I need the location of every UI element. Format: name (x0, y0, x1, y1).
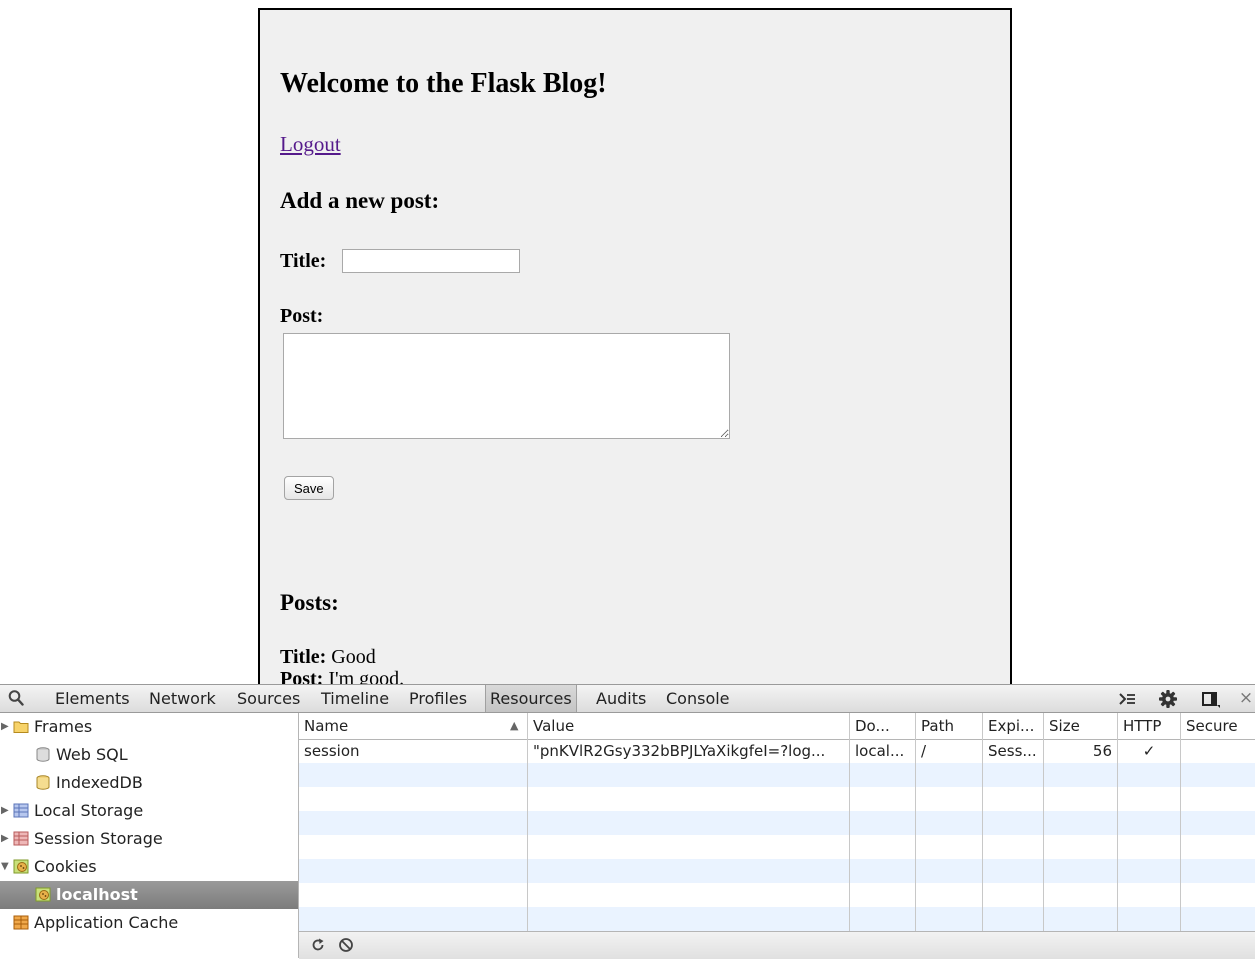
post-entry: Title: Good Post: I'm good. (280, 646, 404, 686)
sidebar-item-application-cache[interactable]: Application Cache (0, 909, 298, 937)
column-divider[interactable] (915, 713, 916, 931)
sidebar-item-web-sql[interactable]: Web SQL (0, 741, 298, 769)
post-textarea[interactable] (283, 333, 730, 439)
post-label: Post: (280, 305, 324, 327)
add-post-heading: Add a new post: (280, 188, 440, 213)
sidebar-item-frames[interactable]: ▶ Frames (0, 713, 298, 741)
title-input[interactable] (342, 249, 520, 273)
dock-icon[interactable] (1200, 689, 1220, 709)
sidebar-item-localhost[interactable]: localhost (0, 881, 298, 909)
cookie-http-cell: ✓ (1142, 742, 1156, 760)
tab-profiles[interactable]: Profiles (409, 685, 467, 712)
devtools-toolbar: Elements Network Sources Timeline Profil… (0, 685, 1255, 713)
column-header-domain[interactable]: Do... (850, 713, 915, 739)
tab-resources[interactable]: Resources (485, 685, 577, 712)
cookie-value-cell: "pnKVlR2Gsy332bBPJLYaXikgfeI=?log... (533, 742, 826, 760)
logout-link[interactable]: Logout (280, 132, 341, 157)
resources-sidebar: ▶ Frames Web SQL IndexedDB ▶ Local Stora… (0, 713, 299, 958)
table-row-empty (299, 811, 1255, 835)
column-header-http[interactable]: HTTP (1118, 713, 1180, 739)
table-row-empty (299, 907, 1255, 931)
devtools-panel: Elements Network Sources Timeline Profil… (0, 684, 1255, 959)
column-header-name[interactable]: Name (299, 713, 527, 739)
sidebar-item-label: Frames (34, 717, 93, 736)
table-row-empty (299, 859, 1255, 883)
close-icon[interactable]: × (1236, 688, 1255, 708)
app-cache-icon (13, 915, 29, 930)
sidebar-item-label: Cookies (34, 857, 97, 876)
cookie-expires-cell: Sess... (988, 742, 1037, 760)
status-bar (299, 931, 1255, 959)
sidebar-item-label: Session Storage (34, 829, 163, 848)
cookie-domain-cell: local... (855, 742, 905, 760)
folder-icon (13, 721, 29, 733)
expand-triangle-icon[interactable]: ▶ (1, 713, 11, 741)
column-header-expires[interactable]: Expi... (983, 713, 1043, 739)
column-divider[interactable] (849, 713, 850, 931)
sidebar-item-local-storage[interactable]: ▶ Local Storage (0, 797, 298, 825)
post-title-label: Title: (280, 646, 327, 668)
table-row[interactable]: session "pnKVlR2Gsy332bBPJLYaXikgfeI=?lo… (299, 739, 1255, 763)
tab-audits[interactable]: Audits (596, 685, 646, 712)
page-content: Welcome to the Flask Blog! Logout Add a … (258, 8, 1012, 686)
tab-network[interactable]: Network (149, 685, 216, 712)
clear-icon[interactable] (337, 936, 355, 954)
column-header-size[interactable]: Size (1044, 713, 1117, 739)
column-header-value[interactable]: Value (528, 713, 849, 739)
gear-icon[interactable] (1158, 689, 1178, 709)
tab-console[interactable]: Console (666, 685, 730, 712)
posts-heading: Posts: (280, 590, 339, 615)
tab-elements[interactable]: Elements (55, 685, 130, 712)
collapse-triangle-icon[interactable]: ▼ (1, 853, 11, 881)
sidebar-item-label: Local Storage (34, 801, 144, 820)
console-drawer-icon[interactable] (1117, 689, 1137, 709)
column-divider[interactable] (527, 713, 528, 931)
refresh-icon[interactable] (309, 936, 327, 954)
expand-triangle-icon[interactable]: ▶ (1, 797, 11, 825)
cookie-table: Name ▲ Value Do... Path Expi... Size HTT… (299, 713, 1255, 931)
sidebar-item-label: Web SQL (56, 745, 128, 764)
expand-triangle-icon[interactable]: ▶ (1, 825, 11, 853)
title-label: Title: (280, 250, 327, 272)
sidebar-item-label: localhost (56, 885, 138, 904)
column-divider[interactable] (1117, 713, 1118, 931)
column-divider[interactable] (1180, 713, 1181, 931)
database-icon (36, 747, 50, 762)
tab-timeline[interactable]: Timeline (321, 685, 389, 712)
post-title: Good (331, 646, 376, 668)
column-header-path[interactable]: Path (916, 713, 982, 739)
tab-sources[interactable]: Sources (237, 685, 300, 712)
sidebar-item-label: IndexedDB (56, 773, 143, 792)
column-divider[interactable] (1043, 713, 1044, 931)
column-divider[interactable] (982, 713, 983, 931)
column-header-secure[interactable]: Secure (1181, 713, 1255, 739)
sidebar-item-indexeddb[interactable]: IndexedDB (0, 769, 298, 797)
cookie-icon (13, 859, 29, 874)
database-icon (36, 775, 50, 790)
cookie-size-cell: 56 (1092, 742, 1112, 760)
session-storage-icon (13, 831, 29, 846)
local-storage-icon (13, 803, 29, 818)
cookie-icon (35, 887, 51, 902)
sidebar-item-cookies[interactable]: ▼ Cookies (0, 853, 298, 881)
table-row-empty (299, 763, 1255, 787)
search-icon[interactable] (8, 689, 24, 707)
table-header: Name ▲ Value Do... Path Expi... Size HTT… (299, 713, 1255, 740)
sidebar-item-label: Application Cache (34, 913, 179, 932)
cookie-name-cell: session (304, 742, 360, 760)
cookie-path-cell: / (921, 742, 927, 760)
sort-ascending-icon[interactable]: ▲ (505, 713, 527, 739)
sidebar-item-session-storage[interactable]: ▶ Session Storage (0, 825, 298, 853)
save-button[interactable]: Save (284, 476, 334, 500)
page-title: Welcome to the Flask Blog! (280, 68, 607, 99)
cookie-secure-cell (1181, 739, 1255, 763)
